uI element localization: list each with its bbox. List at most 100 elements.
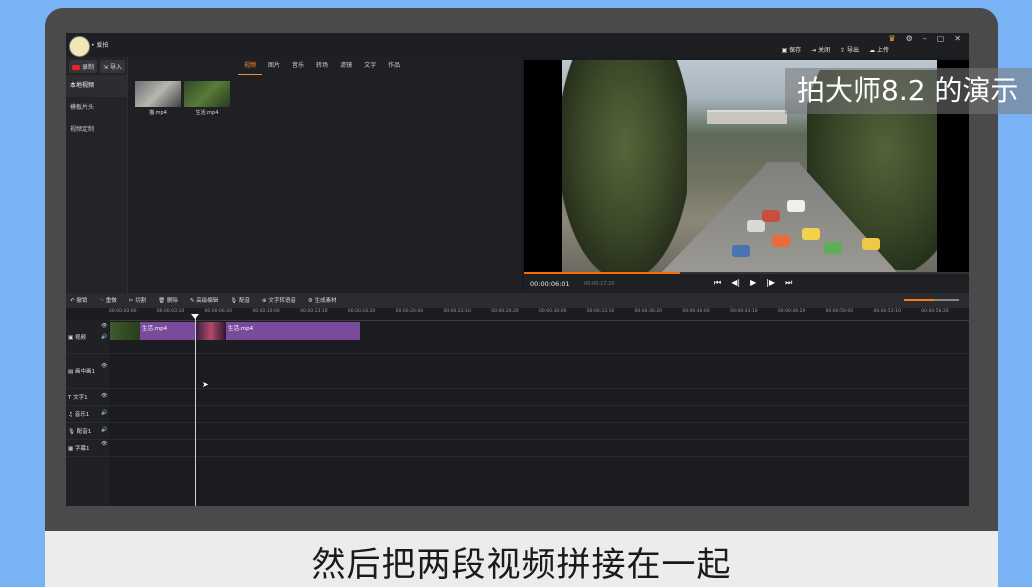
playhead[interactable] xyxy=(195,314,196,506)
tab-text[interactable]: 文字 xyxy=(358,57,382,75)
ruler-tick: 00:00:13:10 xyxy=(300,309,328,314)
library-sidebar: 录制 ⇲ 导入 本地视频 模板片头 视频定制 xyxy=(66,57,128,293)
playback-controls: 00:00:06:01 00:00:17:20 ⏮ ◀| ▶ |▶ ⏭ xyxy=(524,274,969,293)
generate-button[interactable]: ⚙ 生成素材 xyxy=(308,296,337,304)
watermark: 拍大师8.2 的演示 xyxy=(785,68,1032,114)
track-label-dub: 🎙 配音1 xyxy=(68,429,92,435)
volume-icon[interactable]: 🔊 xyxy=(101,334,107,340)
clip-thumbnail xyxy=(184,81,230,107)
crown-icon[interactable]: ♛ xyxy=(888,34,895,43)
skip-start-icon[interactable]: ⏮ xyxy=(714,278,721,288)
maximize-icon[interactable]: ▢ xyxy=(937,34,945,43)
timeline-clip[interactable]: 生活.mp4 xyxy=(110,322,196,340)
tab-music[interactable]: 音乐 xyxy=(286,57,310,75)
ruler-tick: 00:00:40:00 xyxy=(682,309,710,314)
library-clip[interactable]: 生活.mp4 xyxy=(184,81,230,116)
clip-name: 生活.mp4 xyxy=(195,110,219,116)
save-button[interactable]: ▣ 保存 xyxy=(782,45,802,54)
volume-icon[interactable]: 🔊 xyxy=(101,427,107,433)
track-label-music: ♫ 音乐1 xyxy=(68,412,90,418)
clip-thumbnail xyxy=(196,322,226,340)
tab-works[interactable]: 作品 xyxy=(382,57,406,75)
export-button[interactable]: ⇪ 导出 xyxy=(840,45,859,54)
eye-icon[interactable]: 👁 xyxy=(101,363,107,369)
skip-end-icon[interactable]: ⏭ xyxy=(785,278,792,288)
title-bar: • 爱拍 ▣ 保存 ⇥ 关闭 ⇪ 导出 ☁ 上传 ♛ ⚙ – ▢ ✕ xyxy=(66,33,969,57)
clip-thumbnail xyxy=(110,322,140,340)
ruler-tick: 00:00:46:20 xyxy=(777,309,806,314)
ruler-tick: 00:00:36:20 xyxy=(634,309,662,314)
record-button[interactable]: 录制 xyxy=(69,60,98,73)
track-label-video: ▣ 视频 xyxy=(68,335,86,341)
playhead-handle[interactable] xyxy=(191,314,199,319)
total-duration: 00:00:17:20 xyxy=(584,281,615,287)
ruler-tick: 00:00:10:00 xyxy=(252,309,280,314)
mouse-cursor-icon: ➤ xyxy=(202,380,209,389)
tab-image[interactable]: 图片 xyxy=(262,57,286,75)
zoom-slider[interactable] xyxy=(904,299,959,301)
current-timecode[interactable]: 00:00:06:01 xyxy=(530,280,570,288)
library-tabs: 视频 图片 音乐 转场 滤镜 文字 作品 xyxy=(128,57,522,75)
ruler-tick: 00:00:23:10 xyxy=(443,309,471,314)
tab-transition[interactable]: 转场 xyxy=(310,57,334,75)
avatar[interactable] xyxy=(69,36,90,57)
delete-button[interactable]: 🗑 删除 xyxy=(158,296,178,304)
clip-name: 猫.mp4 xyxy=(149,110,167,116)
subtitle-caption: 然后把两段视频拼接在一起 xyxy=(311,545,732,585)
ruler-tick: 00:00:30:00 xyxy=(539,309,567,314)
clip-label: 生活.mp4 xyxy=(142,326,168,332)
category-local-video[interactable]: 本地视频 xyxy=(66,75,127,97)
ruler-tick: 00:00:53:10 xyxy=(873,309,901,314)
track-label-pip: ▤ 画中画1 xyxy=(68,369,95,375)
clip-thumbnail xyxy=(135,81,181,107)
subtitle-strip: 然后把两段视频拼接在一起 xyxy=(45,531,998,587)
minimize-icon[interactable]: – xyxy=(923,34,927,43)
ruler-tick: 00:00:06:20 xyxy=(204,309,232,314)
username[interactable]: • 爱拍 xyxy=(91,40,108,49)
tab-filter[interactable]: 滤镜 xyxy=(334,57,358,75)
step-forward-icon[interactable]: |▶ xyxy=(766,278,775,288)
track-text: T 文字1 👁 xyxy=(66,388,969,406)
upload-button[interactable]: ☁ 上传 xyxy=(869,45,889,54)
top-actions: ▣ 保存 ⇥ 关闭 ⇪ 导出 ☁ 上传 xyxy=(782,45,889,54)
close-icon[interactable]: ✕ xyxy=(954,34,961,43)
eye-icon[interactable]: 👁 xyxy=(101,441,107,447)
cut-button[interactable]: ✂ 切割 xyxy=(129,296,146,304)
track-label-text: T 文字1 xyxy=(68,395,88,401)
clip-label: 生活.mp4 xyxy=(228,326,254,332)
play-icon[interactable]: ▶ xyxy=(750,278,756,288)
redo-button[interactable]: ↷ 重做 xyxy=(99,296,116,304)
ruler-tick: 00:00:16:20 xyxy=(347,309,376,314)
window-controls: ♛ ⚙ – ▢ ✕ xyxy=(888,34,961,43)
ruler-tick: 00:00:03:10 xyxy=(156,309,185,314)
advanced-edit-button[interactable]: ✎ 高级编辑 xyxy=(190,296,218,304)
timeline-clip[interactable]: 生活.mp4 xyxy=(196,322,360,340)
undo-button[interactable]: ↶ 撤销 xyxy=(70,296,87,304)
tab-video[interactable]: 视频 xyxy=(238,57,263,75)
volume-icon[interactable]: 🔊 xyxy=(101,410,107,416)
import-button[interactable]: ⇲ 导入 xyxy=(100,60,125,73)
ruler-tick: 00:00:33:10 xyxy=(586,309,615,314)
track-dub: 🎙 配音1 🔊 xyxy=(66,422,969,440)
track-subtitle: ▦ 字幕1 👁 xyxy=(66,439,969,457)
eye-icon[interactable]: 👁 xyxy=(101,393,107,399)
track-label-subtitle: ▦ 字幕1 xyxy=(68,446,90,452)
ruler-tick: 00:00:20:00 xyxy=(395,309,424,314)
category-templates[interactable]: 模板片头 xyxy=(66,97,127,119)
eye-icon[interactable]: 👁 xyxy=(101,323,107,329)
ruler-tick: 00:00:00:00 xyxy=(109,309,137,314)
step-back-icon[interactable]: ◀| xyxy=(731,278,740,288)
tts-button[interactable]: ⊕ 文字转语音 xyxy=(262,296,296,304)
library-clip[interactable]: 猫.mp4 xyxy=(135,81,181,116)
ruler-tick: 00:00:26:20 xyxy=(491,309,519,314)
close-project-button[interactable]: ⇥ 关闭 xyxy=(811,45,830,54)
ruler-tick: 00:00:50:00 xyxy=(825,309,854,314)
ruler-tick: 00:00:56:20 xyxy=(921,309,949,314)
settings-icon[interactable]: ⚙ xyxy=(906,34,913,43)
ruler-tick: 00:00:43:10 xyxy=(730,309,758,314)
media-library: 录制 ⇲ 导入 本地视频 模板片头 视频定制 视频 图片 音乐 转场 滤镜 文字… xyxy=(66,57,522,293)
timeline-toolbar: ↶ 撤销 ↷ 重做 ✂ 切割 🗑 删除 ✎ 高级编辑 🎙 配音 ⊕ 文字转语音 … xyxy=(66,293,969,308)
category-custom-video[interactable]: 视频定制 xyxy=(66,119,127,141)
track-music: ♫ 音乐1 🔊 xyxy=(66,405,969,423)
dub-button[interactable]: 🎙 配音 xyxy=(230,296,250,304)
